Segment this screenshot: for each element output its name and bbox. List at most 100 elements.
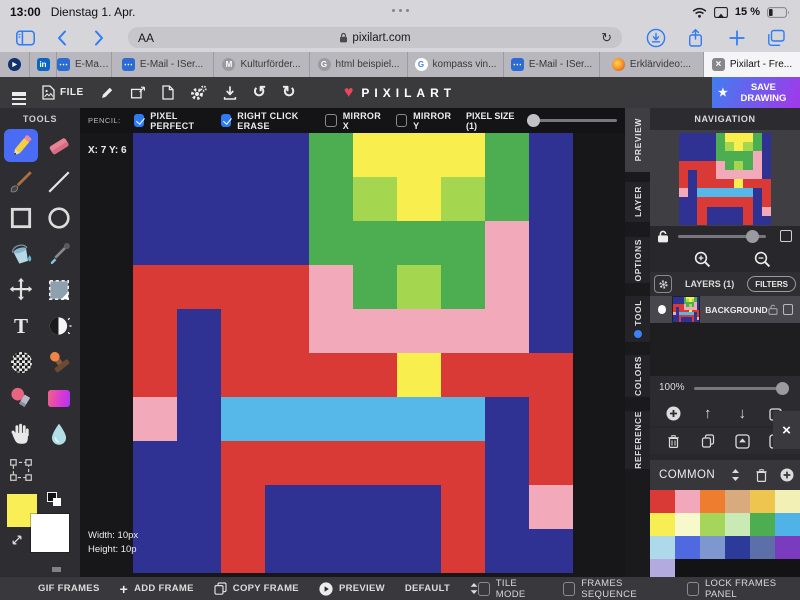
checkbox[interactable] — [221, 114, 232, 127]
pixel-cell[interactable] — [441, 133, 485, 177]
tool-hand[interactable] — [2, 416, 40, 452]
pixel-cell[interactable] — [485, 353, 529, 397]
pixel-cell[interactable] — [133, 177, 177, 221]
palette-swatch[interactable] — [750, 536, 775, 559]
pixel-cell[interactable] — [441, 309, 485, 353]
pixel-cell[interactable] — [265, 133, 309, 177]
address-bar[interactable]: AA pixilart.com ↻ — [128, 27, 622, 48]
pixel-cell[interactable] — [309, 441, 353, 485]
add-color-icon[interactable] — [774, 464, 800, 486]
pixel-cell[interactable] — [177, 177, 221, 221]
file-menu-button[interactable]: FILE — [42, 85, 84, 100]
layer-unlock-icon[interactable] — [768, 304, 778, 315]
pixel-cell[interactable] — [177, 309, 221, 353]
new-file-icon[interactable] — [162, 85, 174, 100]
forward-icon[interactable] — [94, 30, 105, 47]
pixel-cell[interactable] — [397, 353, 441, 397]
pixel-cell[interactable] — [485, 177, 529, 221]
pixel-cell[interactable] — [177, 441, 221, 485]
palette-swatch[interactable] — [725, 513, 750, 536]
pixel-cell[interactable] — [397, 397, 441, 441]
pixel-cell[interactable] — [397, 133, 441, 177]
menu-icon[interactable] — [12, 89, 26, 96]
pixel-cell[interactable] — [177, 397, 221, 441]
layer-item-background[interactable]: BACKGROUND — [650, 296, 800, 323]
tool-magic-eraser[interactable] — [2, 380, 40, 416]
pixel-cell[interactable] — [353, 221, 397, 265]
tool-stamp[interactable] — [40, 344, 78, 380]
frame-toggle-icon[interactable] — [780, 230, 792, 242]
palette-swatch[interactable] — [650, 536, 675, 559]
preview-zoom-slider[interactable] — [678, 235, 766, 238]
pixel-cell[interactable] — [353, 133, 397, 177]
pixel-cell[interactable] — [441, 397, 485, 441]
pixel-cell[interactable] — [133, 397, 177, 441]
layer-visibility-dot[interactable] — [658, 305, 666, 314]
checkbox[interactable] — [687, 582, 699, 596]
pixel-cell[interactable] — [441, 265, 485, 309]
pixel-cell[interactable] — [221, 177, 265, 221]
pixel-cell[interactable] — [133, 265, 177, 309]
copy-frame-button[interactable]: COPY FRAME — [214, 582, 299, 595]
move-layer-up-icon[interactable]: ↑ — [696, 402, 720, 424]
delete-layer-icon[interactable] — [661, 430, 685, 452]
back-icon[interactable] — [56, 30, 67, 47]
palette-swatch[interactable] — [650, 559, 675, 577]
download-icon[interactable] — [223, 86, 237, 100]
tool-rectangle[interactable] — [2, 200, 40, 236]
pixel-cell[interactable] — [529, 353, 573, 397]
palette-swatch[interactable] — [700, 513, 725, 536]
tool-dither[interactable] — [2, 344, 40, 380]
browser-tab-erkl-rvideo[interactable]: Erklärvideo:... — [600, 52, 704, 77]
browser-tab-e-mail-iser[interactable]: ⋯E-Mail - ISer... — [112, 52, 214, 77]
palette-swatch[interactable] — [700, 490, 725, 513]
pixel-cell[interactable] — [309, 397, 353, 441]
multitasking-indicator[interactable] — [392, 9, 409, 12]
browser-tab[interactable]: in — [30, 52, 57, 77]
duplicate-layer-icon[interactable] — [696, 430, 720, 452]
browser-tab-e-mail-iser[interactable]: ⋯E-Mail - ISer... — [504, 52, 600, 77]
pixel-cell[interactable] — [133, 133, 177, 177]
undo-icon[interactable]: ↺ — [253, 85, 266, 101]
zoom-in-icon[interactable] — [694, 251, 711, 268]
palette-swatch[interactable] — [700, 536, 725, 559]
close-panel-button[interactable]: × — [773, 411, 800, 449]
redo-icon[interactable]: ↻ — [282, 85, 295, 101]
pixel-cell[interactable] — [441, 177, 485, 221]
tool-fill-bucket[interactable] — [2, 236, 40, 272]
pixel-cell[interactable] — [133, 441, 177, 485]
tool-pencil[interactable] — [2, 128, 40, 164]
palette-swatch[interactable] — [675, 490, 700, 513]
palette-swatch[interactable] — [775, 490, 800, 513]
tool-circle[interactable] — [40, 200, 78, 236]
pixel-cell[interactable] — [177, 265, 221, 309]
swap-colors-icon[interactable] — [11, 534, 23, 546]
palette-swatch[interactable] — [650, 513, 675, 536]
pixel-cell[interactable] — [177, 529, 221, 573]
pixel-cell[interactable] — [397, 529, 441, 573]
tool-crop[interactable] — [2, 452, 40, 488]
pixel-cell[interactable] — [309, 177, 353, 221]
pixel-cell[interactable] — [441, 441, 485, 485]
sort-palette-icon[interactable] — [722, 464, 748, 486]
pixel-cell[interactable] — [397, 177, 441, 221]
move-layer-down-icon[interactable]: ↓ — [730, 402, 754, 424]
zoom-out-icon[interactable] — [754, 251, 771, 268]
add-layer-icon[interactable] — [661, 402, 685, 424]
pixel-cell[interactable] — [221, 265, 265, 309]
pixel-cell[interactable] — [529, 177, 573, 221]
checkbox[interactable] — [396, 114, 407, 127]
panel-tab-reference[interactable]: REFERENCE — [625, 411, 650, 469]
pixel-cell[interactable] — [485, 529, 529, 573]
pixel-cell[interactable] — [133, 221, 177, 265]
checkbox[interactable] — [325, 114, 336, 127]
slider-knob[interactable] — [746, 230, 759, 243]
pixel-cell[interactable] — [309, 353, 353, 397]
pixel-cell[interactable] — [265, 529, 309, 573]
pixel-cell[interactable] — [397, 485, 441, 529]
pixel-cell[interactable] — [221, 353, 265, 397]
reload-icon[interactable]: ↻ — [601, 30, 612, 46]
pixel-cell[interactable] — [441, 529, 485, 573]
pixel-cell[interactable] — [529, 485, 573, 529]
tab-overview-icon[interactable] — [766, 30, 785, 47]
